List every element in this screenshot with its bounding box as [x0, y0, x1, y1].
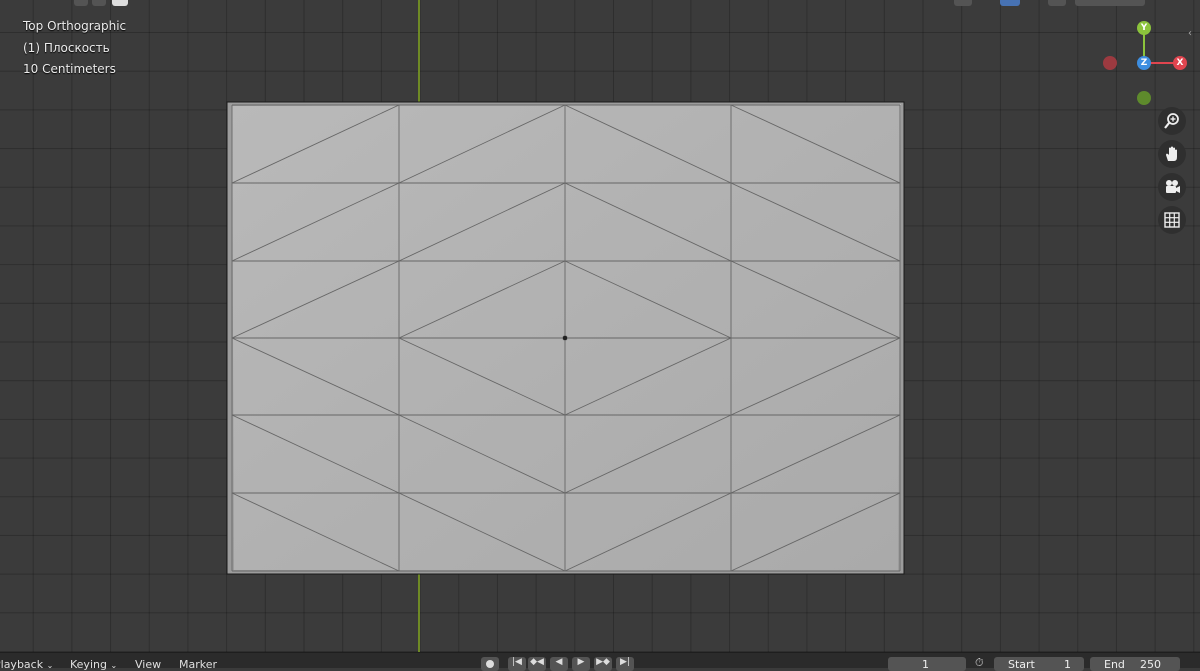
play-reverse-icon[interactable]: ◀ [550, 657, 568, 671]
menu-playback-label: Playback [0, 658, 44, 671]
pan-hand-icon[interactable] [1158, 140, 1186, 168]
3d-viewport[interactable]: Top Orthographic (1) Плоскость 10 Centim… [0, 0, 1200, 652]
camera-icon[interactable] [1158, 173, 1186, 201]
current-frame-field[interactable]: 1 [888, 657, 966, 671]
timeline-header: Playback ⌄ Keying ⌄ View Marker |◀ ◆◀ ◀ … [0, 652, 1200, 671]
gizmo-y-axis[interactable]: Y [1137, 21, 1151, 35]
end-label: End [1104, 658, 1125, 671]
sidebar-toggle-icon[interactable]: ‹ [1188, 28, 1192, 39]
next-keyframe-icon[interactable]: ▶◆ [594, 657, 612, 671]
chevron-down-icon: ⌄ [46, 661, 54, 670]
gizmo-neg-x-axis[interactable] [1103, 56, 1117, 70]
record-icon[interactable] [481, 657, 499, 671]
menu-keying-label: Keying [70, 658, 107, 671]
gizmo-neg-y-axis[interactable] [1137, 91, 1151, 105]
end-value: 250 [1140, 658, 1161, 671]
jump-end-icon[interactable]: ▶| [616, 657, 634, 671]
zoom-icon[interactable] [1158, 107, 1186, 135]
menu-playback[interactable]: Playback ⌄ [0, 658, 53, 671]
play-icon[interactable]: ▶ [572, 657, 590, 671]
menu-view[interactable]: View [135, 658, 161, 671]
jump-start-icon[interactable]: |◀ [508, 657, 526, 671]
gizmo-z-axis[interactable]: Z [1137, 56, 1151, 70]
grid-ortho-icon[interactable] [1158, 206, 1186, 234]
active-object-label: (1) Плоскость [23, 41, 110, 55]
prev-keyframe-icon[interactable]: ◆◀ [528, 657, 546, 671]
view-name-label: Top Orthographic [23, 19, 127, 33]
menu-keying[interactable]: Keying ⌄ [70, 658, 117, 671]
start-label: Start [1008, 658, 1035, 671]
start-frame-field[interactable]: Start 1 [994, 657, 1084, 671]
current-frame-value: 1 [922, 658, 929, 671]
chevron-down-icon: ⌄ [110, 661, 118, 670]
grid-scale-label: 10 Centimeters [23, 62, 116, 76]
start-value: 1 [1064, 658, 1071, 671]
stopwatch-icon[interactable]: ⏱ [975, 656, 984, 670]
menu-marker[interactable]: Marker [179, 658, 217, 671]
end-frame-field[interactable]: End 250 [1090, 657, 1180, 671]
gizmo-x-axis[interactable]: X [1173, 56, 1187, 70]
origin-point[interactable] [562, 335, 568, 341]
plane-mesh[interactable] [0, 0, 1200, 652]
